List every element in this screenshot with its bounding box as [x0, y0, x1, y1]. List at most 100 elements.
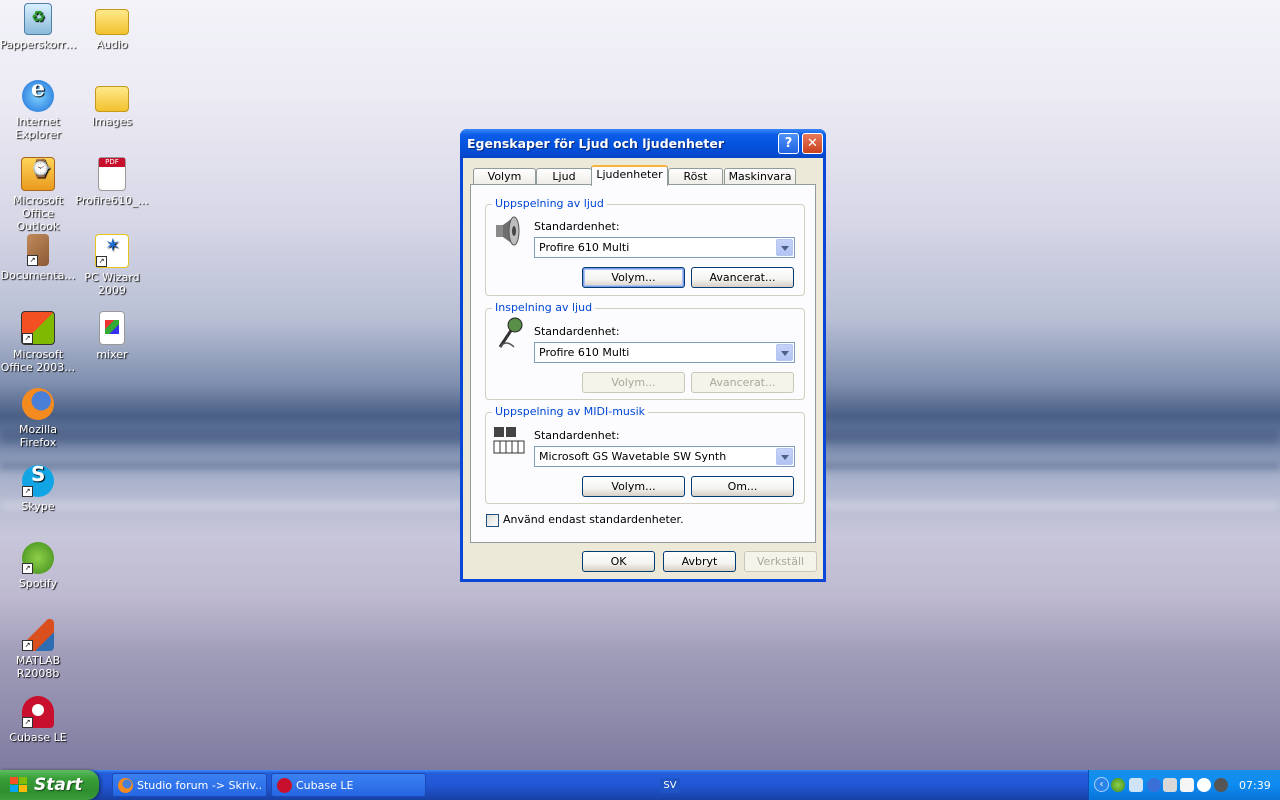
- help-icon: ?: [784, 136, 793, 151]
- bluetooth-icon[interactable]: [1147, 778, 1161, 792]
- show-hidden-icons-button[interactable]: ‹: [1094, 777, 1109, 792]
- desktop-icon-audio[interactable]: Audio: [74, 3, 150, 51]
- start-label: Start: [34, 775, 83, 795]
- close-icon: ✕: [807, 136, 818, 151]
- gear-icon[interactable]: [1214, 778, 1228, 792]
- desktop-icon-label: Cubase LE: [9, 731, 67, 744]
- panda-icon[interactable]: [1197, 778, 1211, 792]
- taskbar: Start Studio forum -> Skriv... Cubase LE…: [0, 770, 1280, 800]
- playback-device-select[interactable]: Profire 610 Multi: [534, 237, 795, 258]
- desktop-icon-label: Microsoft Office 2003…: [0, 348, 76, 374]
- desktop-icon-documentation[interactable]: ↗ Documenta…: [0, 234, 76, 282]
- desktop-icon-profire-pdf[interactable]: PDF Profire610_…: [74, 157, 150, 207]
- folder-icon: [95, 86, 129, 112]
- tab-ljudenheter[interactable]: Ljudenheter: [591, 165, 668, 186]
- desktop-icon-skype[interactable]: S ↗ Skype: [0, 464, 76, 513]
- midi-device-select[interactable]: Microsoft GS Wavetable SW Synth: [534, 446, 795, 467]
- recycle-bin-icon: ♻: [24, 3, 52, 35]
- taskbar-task-cubase[interactable]: Cubase LE: [271, 773, 426, 797]
- group-label: Inspelning av ljud: [492, 301, 596, 314]
- desktop-icon-firefox[interactable]: Mozilla Firefox: [0, 388, 76, 449]
- group-playback: Uppspelning av ljud Standardenhet: Profi…: [485, 197, 805, 296]
- desktop-icon-label: Papperskorr…: [0, 38, 77, 51]
- firefox-icon: [118, 778, 133, 793]
- title-bar[interactable]: Egenskaper för Ljud och ljudenheter ? ✕: [460, 129, 826, 158]
- firefox-icon: [22, 388, 54, 420]
- outlook-icon: ⌚: [21, 157, 55, 191]
- chevron-down-icon[interactable]: [776, 448, 793, 465]
- desktop-icon-spotify[interactable]: ↗ Spotify: [0, 542, 76, 590]
- shortcut-arrow-icon: ↗: [22, 717, 33, 728]
- desktop-icon-office-2003[interactable]: ↗ Microsoft Office 2003…: [0, 311, 76, 374]
- hardware-icon[interactable]: [1163, 778, 1177, 792]
- office-icon: ↗: [21, 311, 55, 345]
- close-button[interactable]: ✕: [802, 133, 823, 154]
- taskbar-task-firefox[interactable]: Studio forum -> Skriv...: [112, 773, 267, 797]
- tab-volym[interactable]: Volym: [473, 168, 536, 185]
- clock[interactable]: 07:39: [1239, 779, 1271, 792]
- pdf-icon: PDF: [98, 157, 126, 191]
- desktop-icon-label: mixer: [96, 348, 128, 361]
- selected-value: Profire 610 Multi: [539, 346, 630, 359]
- field-label: Standardenhet:: [534, 325, 620, 338]
- recording-device-select[interactable]: Profire 610 Multi: [534, 342, 795, 363]
- task-label: Cubase LE: [296, 779, 354, 792]
- recording-volume-button: Volym...: [582, 372, 685, 393]
- tab-panel-ljudenheter: Uppspelning av ljud Standardenhet: Profi…: [470, 184, 816, 543]
- language-indicator[interactable]: SV: [660, 778, 680, 793]
- shortcut-arrow-icon: ↗: [22, 333, 33, 344]
- help-button[interactable]: ?: [778, 133, 799, 154]
- midi-keyboard-icon: [493, 427, 525, 454]
- field-label: Standardenhet:: [534, 429, 620, 442]
- mixer-icon: [99, 311, 125, 345]
- selected-value: Profire 610 Multi: [539, 241, 630, 254]
- system-tray: ‹ 07:39: [1088, 770, 1280, 800]
- desktop-icon-label: PC Wizard 2009: [84, 271, 140, 297]
- playback-volume-button[interactable]: Volym...: [582, 267, 685, 288]
- window-title: Egenskaper för Ljud och ljudenheter: [467, 136, 725, 151]
- desktop-icon-label: Documenta…: [0, 269, 76, 282]
- desktop-icon-internet-explorer[interactable]: e Internet Explorer: [0, 78, 76, 141]
- document-icon: ↗: [27, 234, 49, 266]
- desktop-icon-label: Profire610_…: [75, 194, 149, 207]
- ok-button[interactable]: OK: [582, 551, 655, 572]
- speaker-tray-icon[interactable]: [1180, 778, 1194, 792]
- network-icon[interactable]: [1129, 778, 1143, 792]
- sound-properties-dialog: Egenskaper för Ljud och ljudenheter ? ✕ …: [460, 129, 826, 582]
- skype-icon: S ↗: [22, 464, 54, 497]
- desktop-icon-images[interactable]: Images: [74, 80, 150, 128]
- desktop-icon-outlook[interactable]: ⌚ Microsoft Office Outlook: [0, 157, 76, 233]
- playback-advanced-button[interactable]: Avancerat...: [691, 267, 794, 288]
- midi-about-button[interactable]: Om...: [691, 476, 794, 497]
- midi-volume-button[interactable]: Volym...: [582, 476, 685, 497]
- dialog-client-area: Volym Ljud Ljudenheter Röst Maskinvara U…: [463, 158, 823, 579]
- desktop-icon-cubase[interactable]: ↗ Cubase LE: [0, 696, 76, 744]
- desktop-icon-label: Images: [91, 115, 133, 128]
- spotify-icon: ↗: [22, 542, 54, 574]
- desktop-icon-label: Microsoft Office Outlook: [12, 194, 64, 233]
- start-button[interactable]: Start: [0, 770, 99, 800]
- desktop-icon-label: MATLAB R2008b: [15, 654, 61, 680]
- shortcut-arrow-icon: ↗: [96, 256, 107, 267]
- desktop-icon-label: Mozilla Firefox: [19, 423, 57, 449]
- desktop-icon-recycle-bin[interactable]: ♻ Papperskorr…: [0, 3, 76, 51]
- chevron-down-icon[interactable]: [776, 239, 793, 256]
- use-default-devices-checkbox[interactable]: [486, 514, 499, 527]
- speaker-icon: [496, 216, 520, 246]
- microphone-icon: [498, 317, 523, 348]
- tab-rost[interactable]: Röst: [668, 168, 723, 185]
- shortcut-arrow-icon: ↗: [27, 255, 38, 266]
- desktop-icon-mixer[interactable]: mixer: [74, 311, 150, 361]
- selected-value: Microsoft GS Wavetable SW Synth: [539, 450, 727, 463]
- matlab-icon: ↗: [22, 619, 54, 651]
- chevron-down-icon[interactable]: [776, 344, 793, 361]
- desktop-icon-pc-wizard[interactable]: ✶ ↗ PC Wizard 2009: [74, 234, 150, 297]
- field-label: Standardenhet:: [534, 220, 620, 233]
- spotify-tray-icon[interactable]: [1111, 778, 1125, 792]
- cancel-button[interactable]: Avbryt: [663, 551, 736, 572]
- cubase-icon: [277, 778, 292, 793]
- tab-ljud[interactable]: Ljud: [536, 168, 592, 185]
- tab-maskinvara[interactable]: Maskinvara: [724, 168, 796, 185]
- desktop-icon-matlab[interactable]: ↗ MATLAB R2008b: [0, 619, 76, 680]
- windows-logo-icon: [10, 777, 27, 792]
